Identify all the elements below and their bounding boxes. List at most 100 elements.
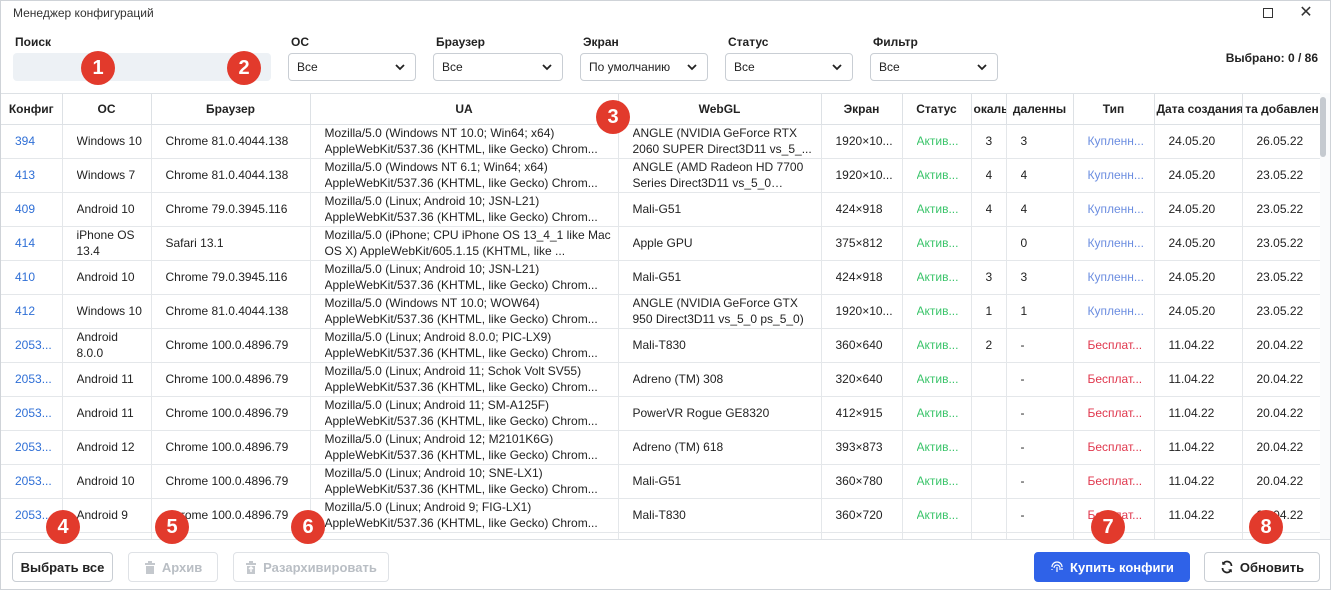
- cell-type-text: Купленн...: [1087, 236, 1144, 250]
- cell-config[interactable]: 409: [1, 192, 63, 227]
- os-select[interactable]: Все: [288, 53, 416, 81]
- col-header-os[interactable]: ОС: [62, 94, 152, 125]
- cell-remote-text: 1: [1020, 304, 1028, 318]
- cell-added-text: 23.05.22: [1256, 270, 1304, 284]
- table-row[interactable]: 414 iPhone OS 13.4 Safari 13.1 Mozilla/5.0 …: [1, 226, 1322, 261]
- cell-screen: [821, 532, 903, 539]
- col-header-created[interactable]: Дата создания: [1154, 94, 1243, 125]
- cell-added: 20.04.22: [1242, 362, 1322, 397]
- table-row[interactable]: 412 Windows 10 Chrome 81.0.4044.138 Mozilla…: [1, 294, 1322, 329]
- cell-config[interactable]: 2053...: [1, 464, 63, 499]
- cell-created-text: 24.05.20: [1168, 270, 1216, 284]
- cell-status-text: Актив...: [916, 236, 959, 250]
- browser-select[interactable]: Все: [433, 53, 563, 81]
- cell-remote-text: -: [1020, 474, 1025, 488]
- table-scrollbar-track[interactable]: [1320, 93, 1330, 539]
- cell-config[interactable]: 394: [1, 124, 63, 159]
- screen-select[interactable]: По умолчанию: [580, 53, 708, 81]
- table-row[interactable]: 394 Windows 10 Chrome 81.0.4044.138 Mozilla…: [1, 124, 1322, 159]
- cell-browser-text: Chrome 81.0.4044.138: [165, 168, 289, 182]
- table-row[interactable]: 409 Android 10 Chrome 79.0.3945.116 Mozilla…: [1, 192, 1322, 227]
- cell-os-text: Windows 10: [76, 304, 142, 318]
- cell-added-text: 23.05.22: [1256, 168, 1304, 182]
- table-row[interactable]: 2053... Android 11 Chrome 100.0.4896.79 Moz…: [1, 362, 1322, 397]
- col-header-config[interactable]: Конфиг: [1, 94, 63, 125]
- table-row[interactable]: 2053... Android 8.0.0 Chrome 100.0.4896.79…: [1, 328, 1322, 363]
- cell-webgl-text: Adreno (TM) 308: [632, 372, 724, 386]
- select-all-button[interactable]: Выбрать все: [12, 552, 113, 582]
- cell-config[interactable]: 412: [1, 294, 63, 329]
- cell-remote: 4: [1006, 158, 1074, 193]
- cell-ua-text: Mozilla/5.0 (Linux; Android 10; JSN-L21)…: [324, 262, 598, 292]
- cell-config[interactable]: 2053...: [1, 396, 63, 431]
- chevron-down-icon: [687, 64, 697, 71]
- cell-os-text: Windows 7: [76, 168, 136, 182]
- col-header-remote[interactable]: даленны: [1006, 94, 1074, 125]
- table-row[interactable]: 2053... Android 12 Chrome 100.0.4896.79 Moz…: [1, 430, 1322, 465]
- col-header-screen[interactable]: Экран: [821, 94, 903, 125]
- cell-config-text: 2053...: [15, 474, 52, 488]
- close-button[interactable]: ✕: [1288, 3, 1324, 23]
- table-row[interactable]: 2053... Android 10 Chrome 100.0.4896.79 Moz…: [1, 464, 1322, 499]
- cell-status-text: Актив...: [916, 338, 959, 352]
- cell-created-text: 24.05.20: [1168, 304, 1216, 318]
- col-header-ua[interactable]: UA: [310, 94, 619, 125]
- cell-os: Android 10: [62, 192, 152, 227]
- cell-config[interactable]: 2053...: [1, 362, 63, 397]
- table-row[interactable]: 2053... Android 11 Chrome 100.0.4896.79 Moz…: [1, 396, 1322, 431]
- cell-created: 11.04.22: [1154, 362, 1243, 397]
- table-row[interactable]: 413 Windows 7 Chrome 81.0.4044.138 Mozilla/…: [1, 158, 1322, 193]
- table-row[interactable]: 410 Android 10 Chrome 79.0.3945.116 Mozilla…: [1, 260, 1322, 295]
- cell-config[interactable]: 2053...: [1, 430, 63, 465]
- cell-created: 11.04.22: [1154, 498, 1243, 533]
- cell-remote: -: [1006, 430, 1074, 465]
- cell-created-text: 11.04.22: [1168, 406, 1215, 420]
- cell-browser: Chrome 100.0.4896.79: [151, 362, 311, 397]
- table-scrollbar-thumb[interactable]: [1320, 97, 1326, 157]
- col-header-type[interactable]: Тип: [1073, 94, 1155, 125]
- cell-config[interactable]: 410: [1, 260, 63, 295]
- cell-type-text: Купленн...: [1087, 304, 1144, 318]
- cell-screen-text: 375×812: [835, 236, 883, 250]
- status-label: Статус: [728, 35, 769, 49]
- col-header-browser[interactable]: Браузер: [151, 94, 311, 125]
- browser-select-value: Все: [442, 60, 463, 74]
- cell-remote: 3: [1006, 260, 1074, 295]
- cell-type: Бесплат...: [1073, 396, 1155, 431]
- col-header-status[interactable]: Статус: [902, 94, 972, 125]
- selected-count: Выбрано: 0 / 86: [1225, 51, 1318, 65]
- unarchive-button[interactable]: Разархивировать: [233, 552, 389, 582]
- cell-status-text: Актив...: [916, 406, 959, 420]
- status-select[interactable]: Все: [725, 53, 853, 81]
- cell-screen: 360×780: [821, 464, 903, 499]
- cell-config-text: 2053...: [15, 372, 52, 386]
- col-header-added[interactable]: та добавлен: [1242, 94, 1322, 125]
- bottom-toolbar: Выбрать все Архив Разархивировать Купить…: [1, 539, 1330, 590]
- cell-os-text: Android 9: [76, 508, 128, 522]
- cell-local: [971, 362, 1007, 397]
- table-body: 394 Windows 10 Chrome 81.0.4044.138 Mozilla…: [1, 124, 1322, 539]
- maximize-button[interactable]: [1250, 3, 1286, 23]
- cell-config[interactable]: 2053...: [1, 328, 63, 363]
- cell-type: Купленн...: [1073, 294, 1155, 329]
- cell-remote-text: -: [1020, 440, 1025, 454]
- cell-browser: Chrome 100.0.4896.79: [151, 328, 311, 363]
- buy-configs-button[interactable]: Купить конфиги: [1034, 552, 1190, 582]
- cell-added-text: 23.05.22: [1256, 236, 1304, 250]
- cell-config[interactable]: 413: [1, 158, 63, 193]
- col-header-local[interactable]: окальны: [971, 94, 1007, 125]
- buy-configs-label: Купить конфиги: [1070, 559, 1174, 575]
- archive-button[interactable]: Архив: [128, 552, 218, 582]
- col-header-webgl[interactable]: WebGL: [618, 94, 822, 125]
- chevron-down-icon: [542, 64, 552, 71]
- refresh-button[interactable]: Обновить: [1204, 552, 1320, 582]
- cell-ua-text: Mozilla/5.0 (iPhone; CPU iPhone OS 13_4_…: [324, 228, 611, 258]
- filter-select[interactable]: Все: [870, 53, 998, 81]
- cell-config[interactable]: 414: [1, 226, 63, 261]
- trash-icon: [144, 560, 155, 574]
- cell-local: 3: [971, 124, 1007, 159]
- cell-remote: -: [1006, 464, 1074, 499]
- cell-created-text: 11.04.22: [1168, 338, 1215, 352]
- annotation-badge-3: 3: [596, 100, 630, 134]
- cell-ua-text: Mozilla/5.0 (Linux; Android 10; JSN-L21)…: [324, 194, 598, 224]
